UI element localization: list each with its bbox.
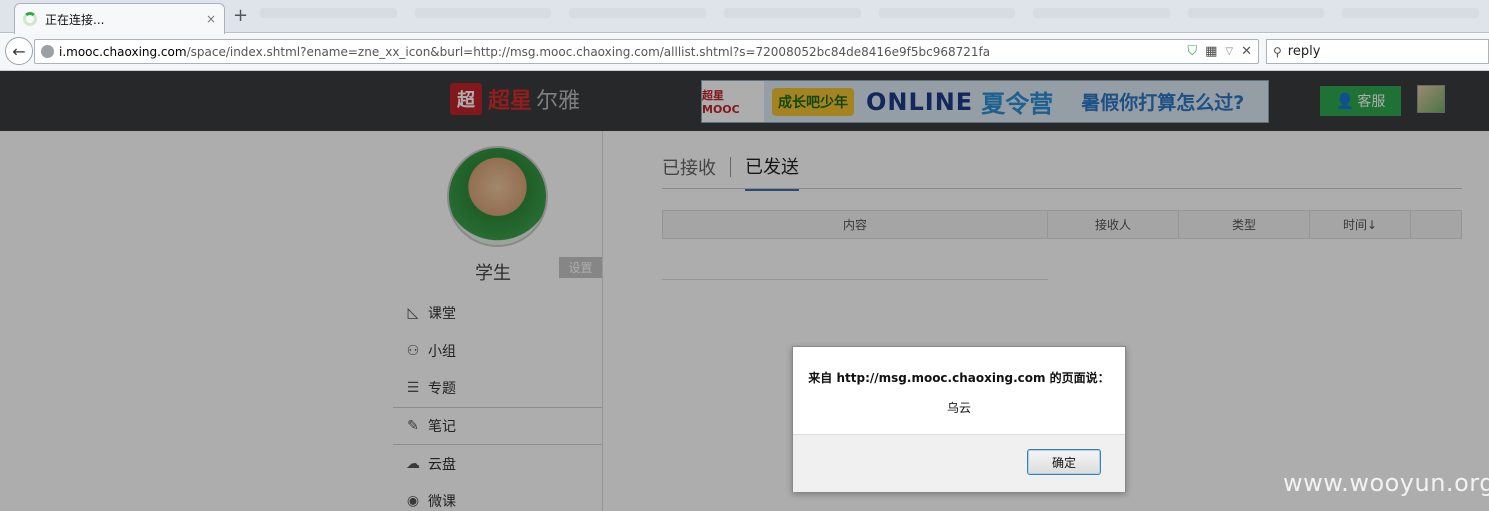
browser-tab[interactable]: 正在连接... × bbox=[14, 3, 225, 34]
search-bar[interactable]: ⚲ reply bbox=[1266, 39, 1489, 64]
new-tab-button[interactable]: + bbox=[233, 6, 248, 26]
search-input[interactable]: reply bbox=[1288, 44, 1321, 59]
loading-spinner-icon bbox=[23, 12, 37, 26]
dropdown-icon[interactable]: ▽ bbox=[1225, 46, 1233, 57]
globe-icon bbox=[41, 45, 54, 58]
browser-toolbar: ← i.mooc.chaoxing.com/space/index.shtml?… bbox=[0, 34, 1489, 71]
search-icon: ⚲ bbox=[1273, 44, 1282, 59]
ok-button[interactable]: 确定 bbox=[1027, 449, 1101, 475]
url-text[interactable]: i.mooc.chaoxing.com/space/index.shtml?en… bbox=[59, 45, 1187, 59]
arrow-left-icon: ← bbox=[12, 41, 26, 61]
alert-dialog: 来自 http://msg.mooc.chaoxing.com 的页面说： 乌云… bbox=[792, 346, 1126, 492]
tab-title: 正在连接... bbox=[45, 12, 105, 27]
back-button[interactable]: ← bbox=[5, 37, 33, 65]
dialog-title: 来自 http://msg.mooc.chaoxing.com 的页面说： bbox=[808, 371, 1110, 385]
qr-code-icon[interactable]: ▦ bbox=[1205, 44, 1217, 59]
dialog-message: 乌云 bbox=[946, 401, 971, 415]
watermark: www.wooyun.org bbox=[1283, 469, 1489, 497]
modal-overlay bbox=[0, 71, 1489, 511]
shield-icon[interactable]: ⛉ bbox=[1187, 44, 1197, 59]
browser-tabstrip: 正在连接... × + bbox=[0, 0, 1489, 34]
tab-close-icon[interactable]: × bbox=[206, 12, 216, 26]
dialog-footer: 确定 bbox=[793, 434, 1125, 492]
background-tabs bbox=[260, 8, 1479, 24]
address-bar[interactable]: i.mooc.chaoxing.com/space/index.shtml?en… bbox=[34, 39, 1259, 64]
close-icon[interactable]: ✕ bbox=[1241, 44, 1252, 59]
